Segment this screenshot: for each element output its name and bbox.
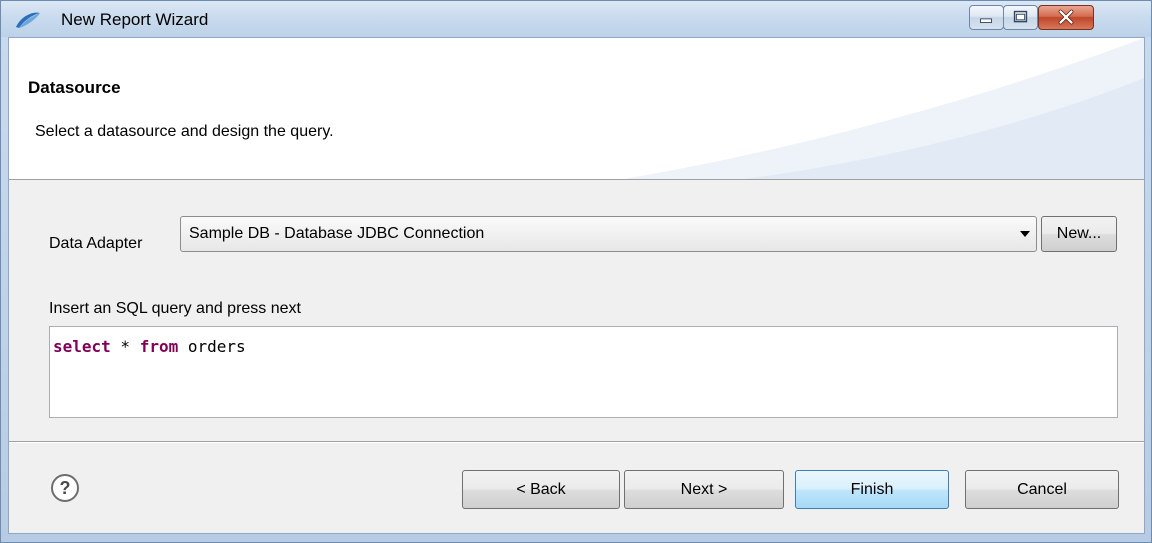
close-icon (1058, 9, 1074, 25)
data-adapter-selected-value: Sample DB - Database JDBC Connection (189, 225, 485, 242)
sql-token: * (110, 337, 140, 356)
close-button[interactable] (1038, 5, 1094, 30)
query-label: Insert an SQL query and press next (49, 300, 301, 317)
header-decoration (624, 38, 1144, 179)
next-button[interactable]: Next > (624, 470, 784, 509)
data-adapter-label: Data Adapter (49, 235, 143, 252)
sql-keyword: from (139, 337, 179, 356)
sql-query-text: select * from orders (53, 337, 246, 356)
cancel-button[interactable]: Cancel (965, 470, 1119, 509)
wizard-client-area: Datasource Select a datasource and desig… (8, 37, 1145, 534)
app-swoosh-icon (16, 12, 40, 28)
minimize-icon (980, 18, 993, 24)
wizard-window: New Report Wizard Datasource Select a da… (0, 0, 1152, 543)
finish-button[interactable]: Finish (795, 470, 949, 509)
maximize-icon (1013, 10, 1028, 23)
title-bar[interactable]: New Report Wizard (1, 1, 1151, 37)
svg-text:?: ? (60, 478, 71, 498)
data-adapter-select[interactable]: Sample DB - Database JDBC Connection (180, 216, 1037, 252)
sql-query-editor[interactable]: select * from orders (49, 326, 1118, 418)
window-title: New Report Wizard (61, 10, 209, 29)
new-adapter-button[interactable]: New... (1041, 216, 1117, 252)
sql-keyword: select (53, 337, 111, 356)
minimize-button[interactable] (969, 5, 1004, 30)
wizard-header: Datasource Select a datasource and desig… (9, 38, 1144, 180)
page-description: Select a datasource and design the query… (35, 123, 334, 140)
page-title: Datasource (28, 78, 121, 97)
footer-divider (9, 441, 1144, 443)
maximize-button[interactable] (1003, 5, 1038, 30)
chevron-down-icon (1020, 231, 1030, 237)
help-icon[interactable]: ? (50, 473, 80, 503)
back-button[interactable]: < Back (462, 470, 620, 509)
sql-token: orders (178, 337, 246, 356)
